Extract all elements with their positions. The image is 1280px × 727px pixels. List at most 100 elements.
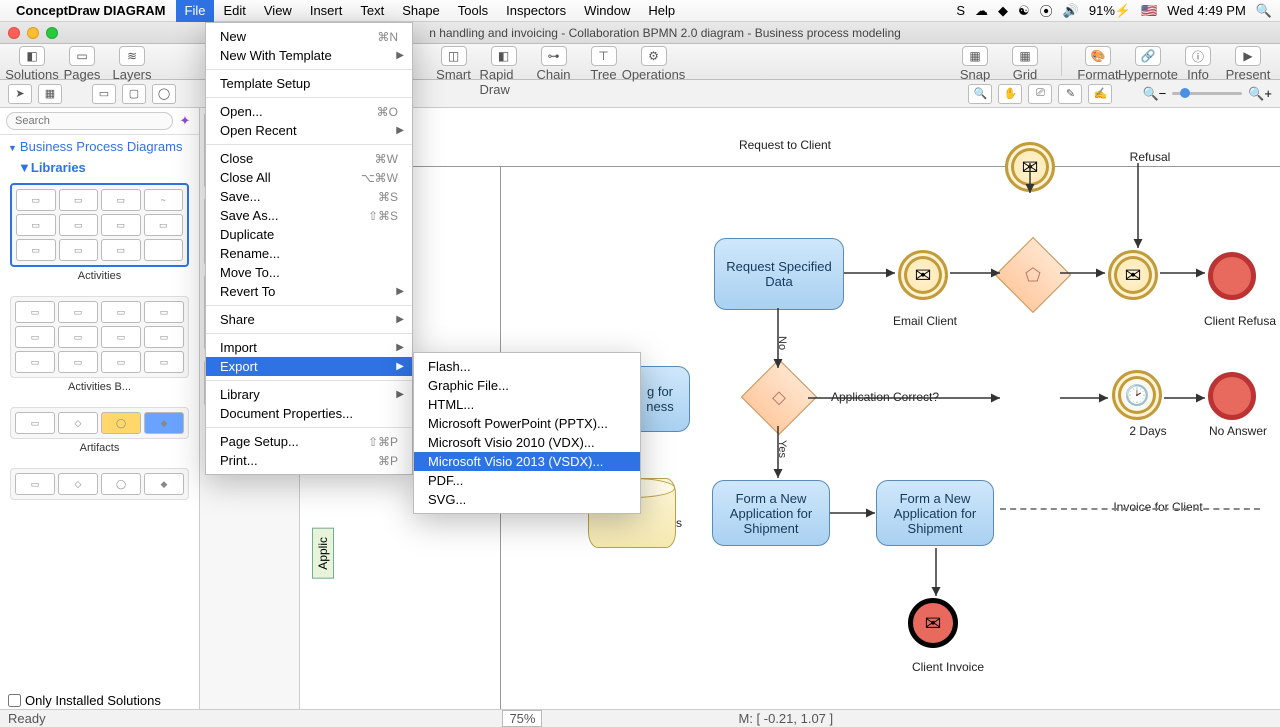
task-form-new-application-1[interactable]: Form a New Application for Shipment [712,480,830,546]
gateway-app-correct[interactable]: ◇ [741,359,817,435]
status-volume-icon[interactable]: 🔊 [1063,3,1079,19]
status-clock[interactable]: Wed 4:49 PM [1167,3,1246,18]
file-menu-item[interactable]: Open Recent▶ [206,121,412,140]
status-zoom[interactable]: 75% [502,710,542,727]
libraries-header[interactable]: ▼Libraries [0,158,199,177]
toolbar-solutions[interactable]: ◧Solutions [8,46,56,82]
toolbar-grid[interactable]: ▦Grid [1001,46,1049,82]
event-top-message[interactable]: ✉ [1005,142,1055,192]
menu-inspectors[interactable]: Inspectors [497,0,575,22]
toolbar-format[interactable]: 🎨Format [1074,46,1122,82]
file-menu-item[interactable]: Print...⌘P [206,451,412,470]
menu-view[interactable]: View [255,0,301,22]
zoom-out-icon[interactable]: 🔍− [1142,86,1166,102]
file-menu-item[interactable]: Duplicate [206,225,412,244]
status-dropbox-icon[interactable]: ◆ [998,3,1008,19]
ellipse-tool[interactable]: ◯ [152,84,176,104]
event-refusal-message[interactable]: ✉ [1108,250,1158,300]
export-menu-item[interactable]: Graphic File... [414,376,640,395]
library-activities[interactable]: ▭▭▭~▭▭▭▭▭▭▭ Activities [0,177,199,290]
event-timer-2-days[interactable]: 🕑 [1112,370,1162,420]
file-menu-item[interactable]: Open...⌘O [206,102,412,121]
file-menu-item[interactable]: Export▶ [206,357,412,376]
export-menu-item[interactable]: SVG... [414,490,640,509]
file-menu-item[interactable]: Close⌘W [206,149,412,168]
export-menu-item[interactable]: Flash... [414,357,640,376]
toolbar-rapid-draw[interactable]: ◧Rapid Draw [480,46,528,97]
library-artifacts[interactable]: ▭◇◯◆ Artifacts [0,401,199,462]
menu-text[interactable]: Text [351,0,393,22]
zoom-slider[interactable]: 🔍− 🔍+ [1142,86,1272,102]
status-cloud-icon[interactable]: ☁ [975,3,988,19]
task-form-new-application-2[interactable]: Form a New Application for Shipment [876,480,994,546]
crop-tool[interactable]: ⎚ [1028,84,1052,104]
file-menu-item[interactable]: Document Properties... [206,404,412,423]
minimize-window-button[interactable] [27,27,39,39]
event-no-answer-end[interactable] [1208,372,1256,420]
toolbar-pages[interactable]: ▭Pages [58,46,106,82]
file-menu-item[interactable]: New With Template▶ [206,46,412,65]
library-more[interactable]: ▭◇◯◆ [0,462,199,502]
magic-wand-icon[interactable]: ✦ [177,113,193,129]
file-menu-item[interactable]: Rename... [206,244,412,263]
toolbar-chain[interactable]: ⊶Chain [530,46,578,97]
traffic-lights[interactable] [8,27,58,39]
menu-edit[interactable]: Edit [214,0,254,22]
zoom-in-icon[interactable]: 🔍+ [1248,86,1272,102]
menu-window[interactable]: Window [575,0,639,22]
export-menu-item[interactable]: Microsoft Visio 2010 (VDX)... [414,433,640,452]
event-client-invoice-end[interactable]: ✉ [908,598,958,648]
pan-tool[interactable]: ✋ [998,84,1022,104]
file-menu-item[interactable]: Template Setup [206,74,412,93]
menu-insert[interactable]: Insert [301,0,352,22]
export-submenu[interactable]: Flash...Graphic File...HTML...Microsoft … [413,352,641,514]
marquee-tool[interactable]: ▦ [38,84,62,104]
file-menu-item[interactable]: Save As...⇧⌘S [206,206,412,225]
file-menu-item[interactable]: Library▶ [206,385,412,404]
export-menu-item[interactable]: Microsoft PowerPoint (PPTX)... [414,414,640,433]
zoom-window-button[interactable] [46,27,58,39]
menu-file[interactable]: File [176,0,215,22]
export-menu-item[interactable]: Microsoft Visio 2013 (VSDX)... [414,452,640,471]
file-menu-item[interactable]: Revert To▶ [206,282,412,301]
only-installed-input[interactable] [8,694,21,707]
export-menu-item[interactable]: PDF... [414,471,640,490]
highlighter-tool[interactable]: ✍ [1088,84,1112,104]
pointer-tool[interactable]: ➤ [8,84,32,104]
toolbar-info[interactable]: ⓘInfo [1174,46,1222,82]
status-spotlight-icon[interactable]: 🔍 [1256,3,1272,19]
menu-help[interactable]: Help [639,0,684,22]
event-client-refusal-end[interactable] [1208,252,1256,300]
file-menu-item[interactable]: Page Setup...⇧⌘P [206,432,412,451]
rect-tool[interactable]: ▭ [92,84,116,104]
toolbar-tree[interactable]: ⊤Tree [580,46,628,97]
file-menu-item[interactable]: Move To... [206,263,412,282]
file-menu[interactable]: New⌘NNew With Template▶ Template Setup Ope… [205,22,413,475]
file-menu-item[interactable]: Save...⌘S [206,187,412,206]
file-menu-item[interactable]: Close All⌥⌘W [206,168,412,187]
toolbar-present[interactable]: ▶Present [1224,46,1272,82]
rounded-rect-tool[interactable]: ▢ [122,84,146,104]
task-request-specified-data[interactable]: Request Specified Data [714,238,844,310]
menu-tools[interactable]: Tools [449,0,497,22]
gateway-top[interactable]: ⬠ [995,237,1071,313]
toolbar-hypernote[interactable]: 🔗Hypernote [1124,46,1172,82]
toolbar-operations[interactable]: ⚙Operations [630,46,678,97]
file-menu-item[interactable]: New⌘N [206,27,412,46]
close-window-button[interactable] [8,27,20,39]
event-email-client[interactable]: ✉ [898,250,948,300]
status-wifi-icon[interactable]: ⦿ [1040,1,1053,20]
search-input[interactable] [6,112,173,130]
status-s-icon[interactable]: S [956,3,965,18]
export-menu-item[interactable]: HTML... [414,395,640,414]
library-activities-b[interactable]: ▭▭▭▭▭▭▭▭▭▭▭▭ Activities B... [0,290,199,401]
tree-header[interactable]: ▼Business Process Diagrams [0,135,199,158]
status-flag-icon[interactable]: 🇺🇸 [1141,3,1157,19]
eyedropper-tool[interactable]: ✎ [1058,84,1082,104]
zoom-tool[interactable]: 🔍 [968,84,992,104]
file-menu-item[interactable]: Import▶ [206,338,412,357]
file-menu-item[interactable]: Share▶ [206,310,412,329]
only-installed-checkbox[interactable]: Only Installed Solutions [4,692,165,709]
toolbar-snap[interactable]: ▦Snap [951,46,999,82]
status-skype-icon[interactable]: ☯ [1018,3,1030,19]
